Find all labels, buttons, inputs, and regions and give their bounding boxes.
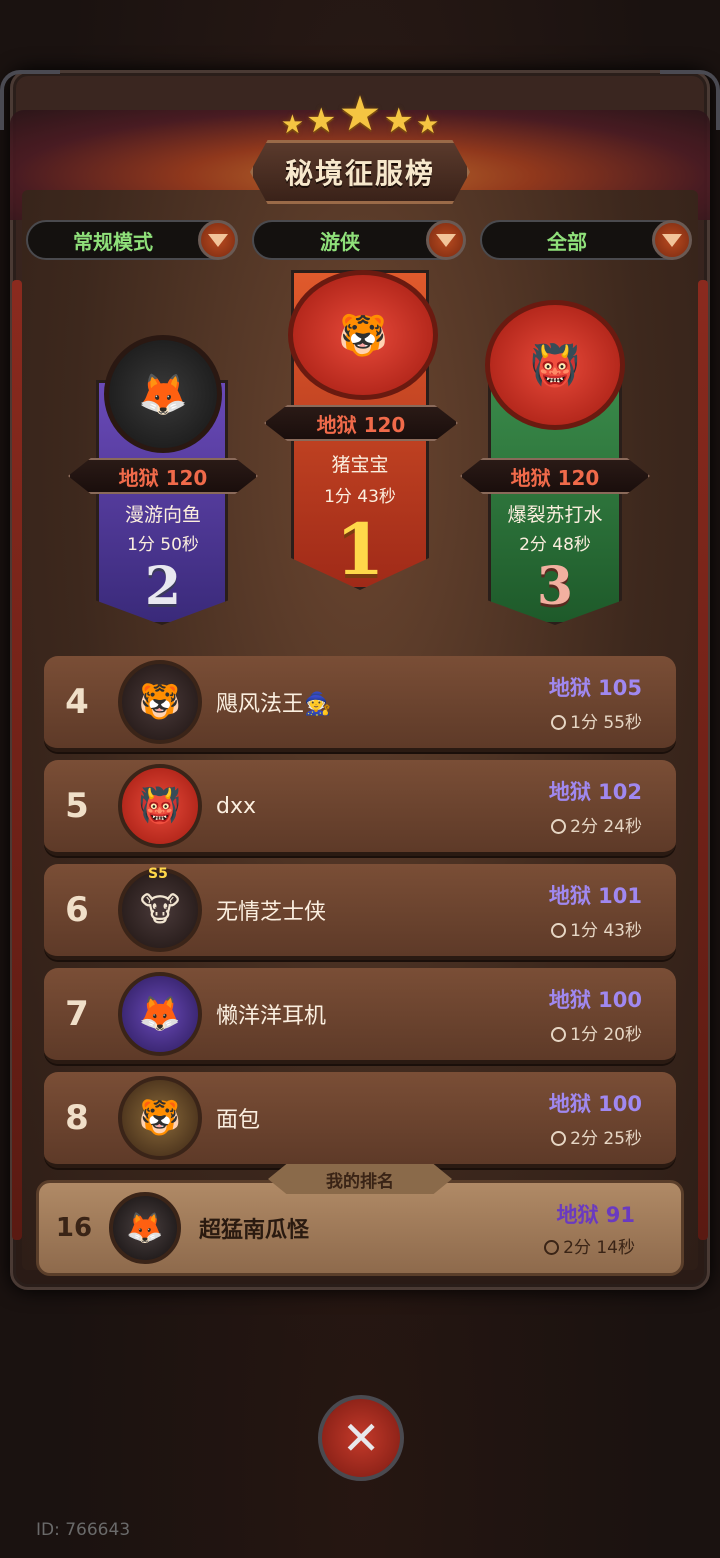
ranking-row[interactable]: 6 🐮 S5 无情芝士侠 地狱 101 1分 43秒: [44, 864, 676, 960]
my-rank-number: 16: [55, 1213, 93, 1243]
row-difficulty: 地狱 101: [548, 883, 642, 908]
difficulty-label: 地狱 120: [510, 465, 600, 490]
star-icon: ★: [280, 110, 304, 140]
my-time: 2分 14秒: [563, 1237, 635, 1258]
row-time: 2分 25秒: [570, 1128, 642, 1149]
page-title-plaque: 秘境征服榜: [250, 140, 470, 204]
podium-difficulty-1: 地狱 120: [264, 405, 458, 441]
row-difficulty: 地狱 100: [548, 1091, 642, 1116]
podium-name-2: 漫游向鱼: [124, 504, 201, 526]
row-avatar[interactable]: 🦊: [118, 972, 202, 1056]
podium-time-2: 1分 50秒: [127, 535, 199, 555]
class-dropdown[interactable]: 游侠: [252, 220, 466, 260]
row-rank: 4: [65, 682, 89, 722]
corner-ornament-left: [0, 70, 60, 130]
row-avatar[interactable]: 🐯: [118, 1076, 202, 1160]
podium-name-1: 猪宝宝: [331, 454, 389, 476]
fox-hood-avatar-icon: 🦊: [126, 1210, 164, 1246]
circus-tiger-avatar-icon: 🐯: [138, 682, 182, 722]
row-player-name: 面包: [216, 1108, 261, 1133]
podium-time-3: 2分 48秒: [519, 535, 591, 555]
range-dropdown[interactable]: 全部: [480, 220, 692, 260]
podium-avatar-2[interactable]: 🦊: [104, 335, 222, 453]
row-player-name: 懒洋洋耳机: [216, 1004, 327, 1029]
clock-icon: [551, 1026, 567, 1042]
row-rank: 7: [65, 994, 89, 1034]
row-player-name: 飓风法王🧙: [216, 692, 332, 717]
chevron-down-icon[interactable]: [652, 220, 692, 260]
my-difficulty: 地狱 91: [556, 1202, 635, 1227]
clock-icon: [551, 714, 567, 730]
clock-icon: [544, 1239, 560, 1255]
row-rank: 6: [65, 890, 89, 930]
my-rank-row[interactable]: 16 🦊 超猛南瓜怪 地狱 91 2分 14秒: [36, 1180, 684, 1276]
row-avatar[interactable]: 🐯: [118, 660, 202, 744]
season-badge: S5: [148, 866, 168, 882]
ranking-row[interactable]: 4 🐯 飓风法王🧙 地狱 105 1分 55秒: [44, 656, 676, 752]
chevron-down-icon[interactable]: [198, 220, 238, 260]
my-player-name: 超猛南瓜怪: [199, 1218, 310, 1243]
my-rank-label: 我的排名: [268, 1164, 452, 1194]
clock-icon: [551, 818, 567, 834]
podium-avatar-3[interactable]: 👹: [485, 300, 625, 430]
clock-icon: [551, 922, 567, 938]
mode-dropdown-label: 常规模式: [73, 229, 153, 254]
fox-hood-avatar-icon: 🦊: [138, 371, 188, 418]
mode-dropdown[interactable]: 常规模式: [26, 220, 238, 260]
ranking-row[interactable]: 5 👹 dxx 地狱 102 2分 24秒: [44, 760, 676, 856]
tomato-tiger-avatar-icon: 🐯: [338, 312, 388, 359]
tomato-monster-avatar-icon: 👹: [530, 342, 580, 389]
row-difficulty: 地狱 105: [548, 675, 642, 700]
ranking-row[interactable]: 8 🐯 面包 地狱 100 2分 25秒: [44, 1072, 676, 1168]
row-time: 1分 20秒: [570, 1024, 642, 1045]
cow-avatar-icon: 🐮: [139, 890, 181, 930]
row-difficulty: 地狱 100: [548, 987, 642, 1012]
podium-name-3: 爆裂苏打水: [507, 504, 603, 526]
difficulty-label: 地狱 120: [316, 412, 406, 437]
rating-stars: ★ ★ ★ ★ ★: [270, 88, 450, 138]
row-rank: 8: [65, 1098, 89, 1138]
row-avatar[interactable]: 👹: [118, 764, 202, 848]
podium-rank-3: 3: [536, 556, 574, 617]
chevron-down-icon[interactable]: [426, 220, 466, 260]
podium-difficulty-3: 地狱 120: [460, 458, 650, 494]
row-time: 1分 55秒: [570, 712, 642, 733]
ranking-row[interactable]: 7 🦊 懒洋洋耳机 地狱 100 1分 20秒: [44, 968, 676, 1064]
star-icon: ★: [416, 110, 440, 140]
tomato-monster-avatar-icon: 👹: [138, 786, 182, 826]
podium-time-1: 1分 43秒: [324, 487, 396, 507]
close-x-icon: ✕: [341, 1410, 381, 1465]
row-player-name: 无情芝士侠: [216, 900, 327, 925]
side-rail-right: [698, 280, 708, 1240]
podium-rank-1: 1: [335, 508, 385, 591]
winged-tiger-avatar-icon: 🐯: [138, 1098, 182, 1138]
my-avatar[interactable]: 🦊: [109, 1192, 181, 1264]
row-difficulty: 地狱 102: [548, 779, 642, 804]
range-dropdown-label: 全部: [547, 229, 587, 254]
star-icon: ★: [383, 101, 414, 141]
clock-icon: [551, 1130, 567, 1146]
row-time: 1分 43秒: [570, 920, 642, 941]
row-player-name: dxx: [216, 793, 257, 819]
class-dropdown-label: 游侠: [320, 229, 360, 254]
star-icon: ★: [338, 86, 382, 142]
difficulty-label: 地狱 120: [118, 465, 208, 490]
podium-rank-2: 2: [144, 556, 182, 617]
row-avatar[interactable]: 🐮 S5: [118, 866, 202, 952]
star-icon: ★: [306, 101, 337, 141]
row-rank: 5: [65, 786, 89, 826]
podium-difficulty-2: 地狱 120: [68, 458, 258, 494]
corner-ornament-right: [660, 70, 720, 130]
podium-avatar-1[interactable]: 🐯: [288, 270, 438, 400]
page-title: 秘境征服榜: [284, 157, 435, 190]
side-rail-left: [12, 280, 22, 1240]
fox-hood-avatar-icon: 🦊: [138, 994, 182, 1034]
user-id-label: ID: 766643: [36, 1520, 131, 1540]
row-time: 2分 24秒: [570, 816, 642, 837]
